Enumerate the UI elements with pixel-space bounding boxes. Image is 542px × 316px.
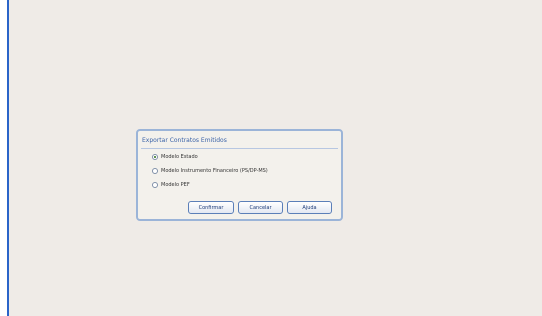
option-modelo-instrumento[interactable]: Modelo Instrumento Financeiro (PS/DP-MS) — [152, 166, 268, 175]
confirm-button[interactable]: Confirmar — [188, 201, 234, 214]
cancel-button[interactable]: Cancelar — [238, 201, 283, 214]
option-label: Modelo Estado — [161, 153, 198, 160]
title-divider — [141, 148, 338, 149]
dialog-title: Exportar Contratos Emitidos — [142, 137, 227, 144]
main-window: Exportar Contratos Emitidos Modelo Estad… — [7, 0, 542, 316]
option-modelo-pef[interactable]: Modelo PEF — [152, 180, 190, 189]
help-button[interactable]: Ajuda — [287, 201, 332, 214]
option-modelo-estado[interactable]: Modelo Estado — [152, 152, 198, 161]
radio-button[interactable] — [152, 181, 158, 188]
option-label: Modelo PEF — [161, 181, 190, 188]
export-dialog: Exportar Contratos Emitidos Modelo Estad… — [136, 129, 343, 221]
radio-button[interactable] — [152, 167, 158, 174]
radio-button-selected[interactable] — [152, 153, 158, 160]
option-label: Modelo Instrumento Financeiro (PS/DP-MS) — [161, 167, 268, 174]
dialog-button-row: Confirmar Cancelar Ajuda — [188, 201, 332, 214]
